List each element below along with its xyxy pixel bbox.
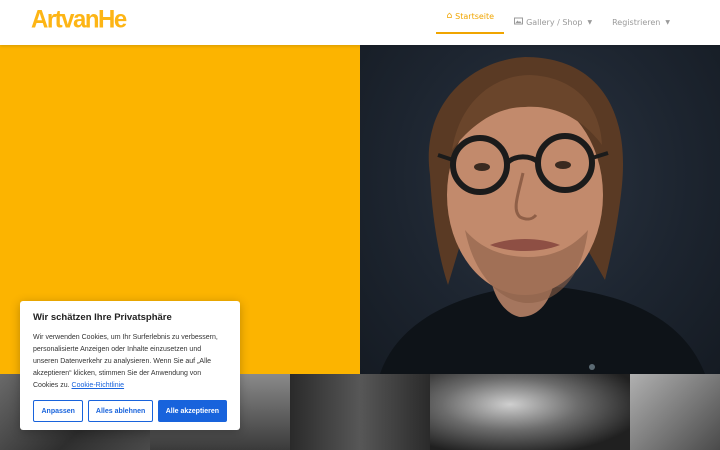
cookie-text: Wir verwenden Cookies, um Ihr Surferlebn… xyxy=(33,332,227,392)
site-header: ArtvanHe ⌂ Startseite Gallery / Shop ▼ R… xyxy=(0,0,720,45)
nav-item-startseite[interactable]: ⌂ Startseite xyxy=(436,0,505,34)
main-nav: ⌂ Startseite Gallery / Shop ▼ Registrier… xyxy=(436,0,680,45)
nav-item-gallery-shop[interactable]: Gallery / Shop ▼ xyxy=(504,0,602,45)
nav-item-label: Startseite xyxy=(455,11,495,21)
chevron-down-icon: ▼ xyxy=(587,19,593,26)
home-icon: ⌂ xyxy=(446,11,453,21)
nav-item-registrieren[interactable]: Registrieren ▼ xyxy=(602,0,680,45)
gallery-thumbnail[interactable] xyxy=(630,374,720,450)
gallery-thumbnail[interactable] xyxy=(430,374,630,450)
cookie-consent-banner: Wir schätzen Ihre Privatsphäre Wir verwe… xyxy=(20,301,240,430)
accept-all-button[interactable]: Alle akzeptieren xyxy=(157,400,227,422)
customize-button[interactable]: Anpassen xyxy=(33,400,84,422)
cookie-description: Wir verwenden Cookies, um Ihr Surferlebn… xyxy=(33,334,218,389)
site-logo[interactable]: ArtvanHe xyxy=(31,5,127,34)
gallery-icon xyxy=(514,17,524,28)
nav-item-label: Gallery / Shop xyxy=(526,18,583,27)
reject-all-button[interactable]: Alles ablehnen xyxy=(88,400,153,422)
cookie-policy-link[interactable]: Cookie-Richtlinie xyxy=(72,382,125,389)
chevron-down-icon: ▼ xyxy=(665,19,670,26)
cookie-title: Wir schätzen Ihre Privatsphäre xyxy=(33,312,172,323)
gallery-thumbnail[interactable] xyxy=(290,374,430,450)
portrait-image xyxy=(380,57,705,374)
nav-item-label: Registrieren xyxy=(612,18,661,27)
cookie-buttons: Anpassen Alles ablehnen Alle akzeptieren xyxy=(33,400,227,422)
hero-portrait-panel xyxy=(360,45,720,374)
